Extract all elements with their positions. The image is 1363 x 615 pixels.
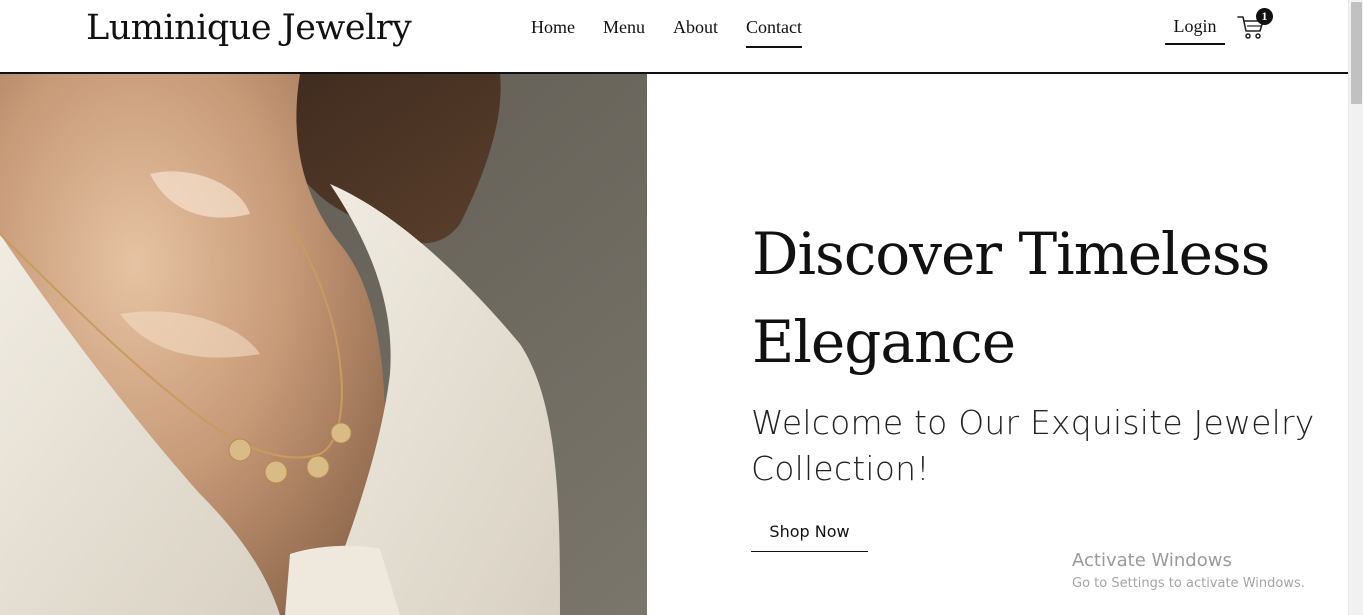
- site-header: Luminique Jewelry Home Menu About Contac…: [0, 0, 1348, 74]
- shop-now-button[interactable]: Shop Now: [751, 516, 868, 552]
- activate-windows-title: Activate Windows: [1072, 550, 1232, 571]
- nav-about[interactable]: About: [673, 17, 718, 48]
- nav-menu[interactable]: Menu: [603, 17, 645, 48]
- main-nav: Home Menu About Contact: [531, 17, 830, 48]
- cart-count-badge: 1: [1256, 8, 1273, 25]
- page: Luminique Jewelry Home Menu About Contac…: [0, 0, 1363, 615]
- hero-subtitle: Welcome to Our Exquisite Jewelry Collect…: [751, 403, 1315, 488]
- hero-image: [0, 74, 647, 615]
- login-link[interactable]: Login: [1165, 16, 1225, 45]
- activate-windows-subtitle: Go to Settings to activate Windows.: [1072, 576, 1305, 591]
- necklace-photo: [0, 74, 647, 615]
- nav-contact[interactable]: Contact: [746, 17, 802, 48]
- scrollbar-thumb[interactable]: [1351, 2, 1362, 104]
- site-logo[interactable]: Luminique Jewelry: [86, 8, 412, 48]
- hero-title: Discover Timeless Elegance: [752, 220, 1270, 376]
- vertical-scrollbar[interactable]: [1348, 0, 1363, 615]
- nav-home[interactable]: Home: [531, 17, 575, 48]
